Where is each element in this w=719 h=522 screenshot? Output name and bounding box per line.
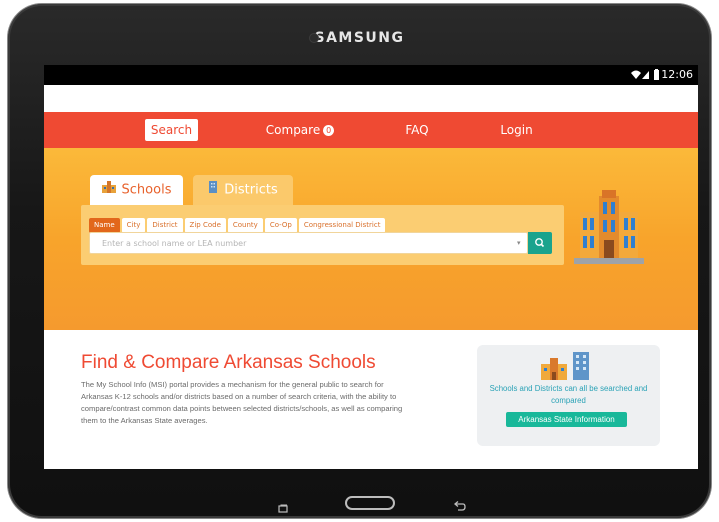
recents-icon [278, 504, 288, 513]
tab-districts-label: Districts [224, 182, 278, 198]
school-building-icon [101, 175, 116, 205]
status-icons [630, 69, 664, 81]
filter-chip-congressional-district[interactable]: Congressional District [298, 218, 386, 233]
search-icon [535, 238, 545, 248]
filter-chips: Name City District Zip Code County Co-Op Congr… [89, 212, 387, 233]
hero-search-section: Schools Districts Name City District Zip Co… [44, 148, 698, 330]
nav-login[interactable]: Login [499, 120, 534, 140]
nav-search[interactable]: Search [145, 119, 198, 141]
filter-chip-county[interactable]: County [227, 218, 263, 233]
dropdown-caret-icon[interactable]: ▾ [517, 239, 521, 247]
signal-icon [642, 71, 649, 79]
filter-chip-district[interactable]: District [147, 218, 183, 233]
filter-chip-co-op[interactable]: Co-Op [264, 218, 297, 233]
nav-faq[interactable]: FAQ [402, 120, 432, 140]
tablet-screen: 12:06 Search Compare0 FAQ Login Schools [44, 65, 698, 469]
intro-description: The My School Info (MSI) portal provides… [81, 380, 403, 425]
school-building-illustration [574, 188, 644, 270]
wifi-icon [631, 70, 641, 79]
school-search-input[interactable] [89, 232, 528, 254]
info-card: Schools and Districts can all be searche… [477, 345, 660, 446]
intro-section: Find & Compare Arkansas Schools The My S… [44, 330, 698, 469]
schools-districts-illustration [541, 352, 597, 380]
search-panel: Schools Districts Name City District Zip Co… [81, 175, 564, 295]
filter-chip-city[interactable]: City [121, 218, 146, 233]
front-camera [310, 34, 318, 42]
home-button[interactable] [345, 496, 395, 510]
status-clock: 12:06 [661, 68, 693, 81]
status-bar: 12:06 [44, 65, 698, 85]
tab-schools-label: Schools [121, 182, 172, 198]
nav-compare-label: Compare [265, 123, 321, 137]
device-brand: SAMSUNG [314, 30, 405, 46]
tab-districts[interactable]: Districts [193, 175, 293, 205]
browser-header-space [44, 85, 698, 112]
filter-chip-zip-code[interactable]: Zip Code [184, 218, 226, 233]
filter-chip-name[interactable]: Name [89, 218, 120, 233]
district-building-icon [208, 175, 218, 205]
arkansas-state-information-button[interactable]: Arkansas State Information [506, 412, 627, 427]
back-arrow-icon [453, 501, 466, 511]
page-title: Find & Compare Arkansas Schools [81, 352, 376, 373]
compare-count-badge: 0 [323, 125, 335, 136]
main-navigation: Search Compare 0 FAQ Login [44, 112, 698, 148]
info-card-text: Schools and Districts can all be searche… [489, 384, 648, 405]
search-submit-button[interactable] [528, 232, 552, 254]
back-button[interactable] [453, 497, 467, 511]
tab-schools[interactable]: Schools [90, 175, 183, 205]
recents-button[interactable] [278, 498, 288, 513]
nav-compare[interactable]: Compare 0 [260, 120, 340, 140]
search-filter-box: Name City District Zip Code County Co-Op Congr… [81, 205, 564, 265]
battery-icon [654, 69, 659, 80]
